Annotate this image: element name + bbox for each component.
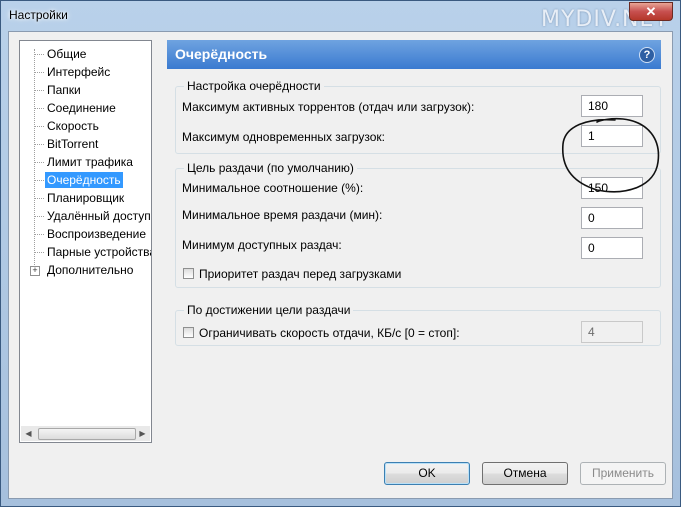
help-icon[interactable]: ?: [639, 47, 655, 63]
sidebar-item-label: Парные устройства: [47, 245, 152, 259]
sidebar-item-bittorrent[interactable]: BitTorrent: [20, 135, 151, 153]
scrollbar-thumb[interactable]: [38, 428, 136, 440]
sidebar-item-label: Лимит трафика: [47, 155, 133, 169]
window-title: Настройки: [9, 8, 68, 22]
tree-connector: [34, 54, 44, 55]
tree-horizontal-scrollbar[interactable]: ◀ ▶: [21, 426, 150, 441]
min-available-input[interactable]: 0: [581, 237, 643, 259]
sidebar-item-remote-access[interactable]: Удалённый доступ: [20, 207, 151, 225]
group-legend: По достижении цели раздачи: [184, 303, 354, 317]
limit-upload-checkbox[interactable]: [183, 327, 194, 338]
sidebar-item-interface[interactable]: Интерфейс: [20, 63, 151, 81]
settings-window: Настройки MYDIV.NET ✕ Общие Интерфейс Па…: [0, 0, 681, 507]
tree-connector: [34, 180, 44, 181]
tree-connector: [34, 252, 44, 253]
min-seed-time-input[interactable]: 0: [581, 207, 643, 229]
panel-header: Очерёдность ?: [167, 40, 661, 69]
priority-checkbox[interactable]: [183, 268, 194, 279]
sidebar-item-paired-devices[interactable]: Парные устройства: [20, 243, 151, 261]
sidebar-item-label: Планировщик: [47, 191, 125, 205]
tree-connector: [34, 126, 44, 127]
sidebar-item-folders[interactable]: Папки: [20, 81, 151, 99]
sidebar-item-queueing[interactable]: Очерёдность: [20, 171, 151, 189]
sidebar-item-label: Скорость: [47, 119, 99, 133]
close-button[interactable]: ✕: [629, 2, 673, 21]
tree-connector: [34, 144, 44, 145]
ok-button[interactable]: OK: [384, 462, 470, 485]
scroll-right-icon[interactable]: ▶: [135, 426, 150, 441]
tree-connector: [34, 72, 44, 73]
priority-label: Приоритет раздач перед загрузками: [199, 267, 402, 281]
expand-icon[interactable]: +: [30, 266, 40, 276]
settings-tree[interactable]: Общие Интерфейс Папки Соединение Скорост…: [19, 40, 152, 443]
max-downloads-label: Максимум одновременных загрузок:: [182, 130, 386, 144]
page-title: Очерёдность: [175, 46, 268, 62]
sidebar-item-general[interactable]: Общие: [20, 45, 151, 63]
apply-button[interactable]: Применить: [580, 462, 666, 485]
close-icon: ✕: [645, 4, 657, 19]
min-ratio-label: Минимальное соотношение (%):: [182, 181, 364, 195]
tree-connector: [34, 216, 44, 217]
tree-connector: [34, 90, 44, 91]
sidebar-item-label: Соединение: [47, 101, 116, 115]
max-active-label: Максимум активных торрентов (отдач или з…: [182, 100, 475, 114]
sidebar-item-label: Папки: [47, 83, 81, 97]
sidebar-item-label: Удалённый доступ: [47, 209, 151, 223]
sidebar-item-playback[interactable]: Воспроизведение: [20, 225, 151, 243]
group-legend: Цель раздачи (по умолчанию): [184, 161, 357, 175]
limit-upload-label: Ограничивать скорость отдачи, КБ/с [0 = …: [199, 326, 460, 340]
tree-connector: [34, 198, 44, 199]
tree-connector: [34, 162, 44, 163]
sidebar-item-label: Общие: [47, 47, 87, 61]
tree-connector: [34, 234, 44, 235]
group-legend: Настройка очерёдности: [184, 79, 324, 93]
tree-connector: [34, 108, 44, 109]
cancel-button[interactable]: Отмена: [482, 462, 568, 485]
dialog-client-area: Общие Интерфейс Папки Соединение Скорост…: [8, 31, 673, 499]
sidebar-item-advanced[interactable]: + Дополнительно: [20, 261, 151, 279]
title-bar[interactable]: Настройки MYDIV.NET ✕: [1, 1, 680, 32]
ink-circle-annotation: [561, 117, 660, 193]
min-available-label: Минимум доступных раздач:: [182, 238, 342, 252]
scroll-left-icon[interactable]: ◀: [21, 426, 36, 441]
sidebar-item-speed[interactable]: Скорость: [20, 117, 151, 135]
max-active-input[interactable]: 180: [581, 95, 643, 117]
sidebar-item-label: Дополнительно: [47, 263, 134, 277]
sidebar-item-scheduler[interactable]: Планировщик: [20, 189, 151, 207]
sidebar-item-traffic-limit[interactable]: Лимит трафика: [20, 153, 151, 171]
sidebar-item-label: BitTorrent: [47, 137, 99, 151]
min-seed-time-label: Минимальное время раздачи (мин):: [182, 208, 383, 222]
sidebar-item-label: Очерёдность: [45, 172, 123, 188]
sidebar-item-label: Воспроизведение: [47, 227, 147, 241]
sidebar-item-connection[interactable]: Соединение: [20, 99, 151, 117]
sidebar-item-label: Интерфейс: [47, 65, 111, 79]
limit-upload-input[interactable]: 4: [581, 321, 643, 343]
